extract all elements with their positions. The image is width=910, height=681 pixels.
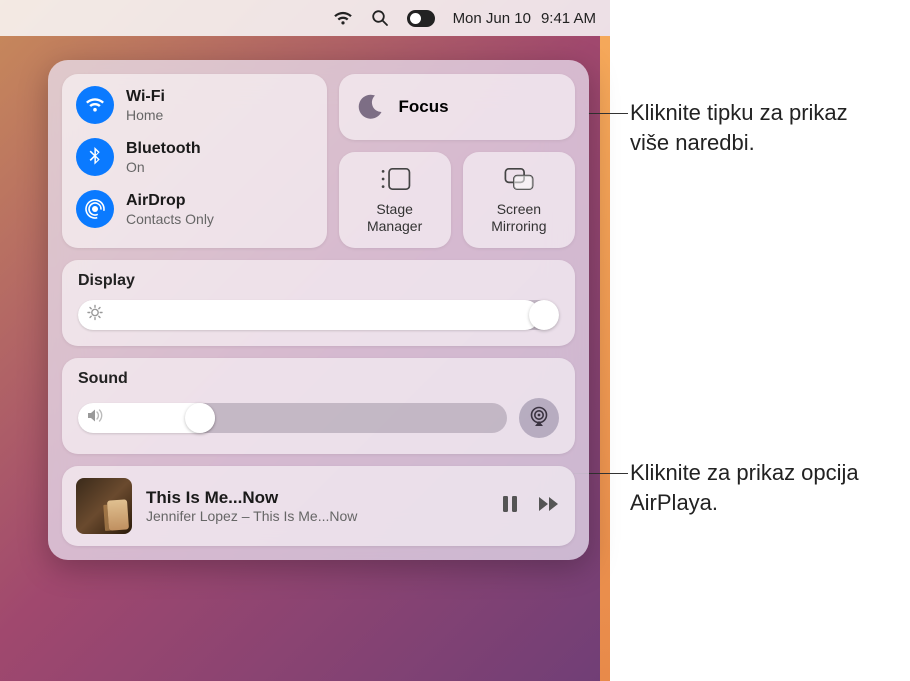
sound-slider[interactable] <box>78 403 507 433</box>
sound-label: Sound <box>78 370 559 388</box>
display-slider[interactable] <box>78 300 559 330</box>
focus-label: Focus <box>399 97 449 117</box>
control-center-menubar-icon[interactable] <box>407 10 435 27</box>
screen-mirroring-label-2: Mirroring <box>491 218 546 234</box>
next-track-button[interactable] <box>537 494 561 519</box>
brightness-icon <box>87 305 103 326</box>
spotlight-icon[interactable] <box>371 9 389 27</box>
wifi-icon <box>76 86 114 124</box>
screen-mirroring-label-1: Screen <box>491 201 546 217</box>
screen-mirroring-button[interactable]: Screen Mirroring <box>463 152 575 248</box>
moon-icon <box>355 92 385 122</box>
focus-button[interactable]: Focus <box>339 74 576 140</box>
wifi-icon[interactable] <box>333 11 353 26</box>
airplay-audio-button[interactable] <box>519 398 559 438</box>
bluetooth-status: On <box>126 159 201 175</box>
stage-manager-icon <box>378 166 412 195</box>
airdrop-label: AirDrop <box>126 192 214 210</box>
pause-button[interactable] <box>501 494 519 519</box>
control-center-panel: Wi-Fi Home Bluetooth On AirDrop <box>48 60 589 560</box>
airplay-icon <box>528 405 550 432</box>
connectivity-tile: Wi-Fi Home Bluetooth On AirDrop <box>62 74 327 248</box>
wifi-label: Wi-Fi <box>126 88 165 106</box>
display-label: Display <box>78 272 559 290</box>
display-tile: Display <box>62 260 575 346</box>
bluetooth-label: Bluetooth <box>126 140 201 158</box>
stage-manager-button[interactable]: Stage Manager <box>339 152 451 248</box>
wifi-status: Home <box>126 107 165 123</box>
menubar-time[interactable]: 9:41 AM <box>541 10 596 27</box>
album-art <box>76 478 132 534</box>
now-playing-subtitle: Jennifer Lopez – This Is Me...Now <box>146 508 487 524</box>
window-edge-accent <box>600 36 610 681</box>
annotation-pane: Kliknite tipku za prikaz više naredbi. K… <box>610 0 910 681</box>
now-playing-tile[interactable]: This Is Me...Now Jennifer Lopez – This I… <box>62 466 575 546</box>
now-playing-title: This Is Me...Now <box>146 488 487 508</box>
sound-tile: Sound <box>62 358 575 454</box>
bluetooth-toggle[interactable]: Bluetooth On <box>76 138 313 176</box>
airdrop-status: Contacts Only <box>126 211 214 227</box>
bluetooth-icon <box>76 138 114 176</box>
menu-bar: Mon Jun 10 9:41 AM <box>0 0 610 36</box>
speaker-icon <box>87 409 105 428</box>
callout-airplay-text: Kliknite za prikaz opcija AirPlaya. <box>630 458 890 517</box>
stage-manager-label-1: Stage <box>367 201 422 217</box>
airdrop-icon <box>76 190 114 228</box>
screen-mirroring-icon <box>502 166 536 195</box>
menubar-date[interactable]: Mon Jun 10 <box>453 10 531 27</box>
stage-manager-label-2: Manager <box>367 218 422 234</box>
airdrop-toggle[interactable]: AirDrop Contacts Only <box>76 190 313 228</box>
callout-line-focus <box>588 113 628 114</box>
wifi-toggle[interactable]: Wi-Fi Home <box>76 86 313 124</box>
callout-focus-text: Kliknite tipku za prikaz više naredbi. <box>630 98 890 157</box>
